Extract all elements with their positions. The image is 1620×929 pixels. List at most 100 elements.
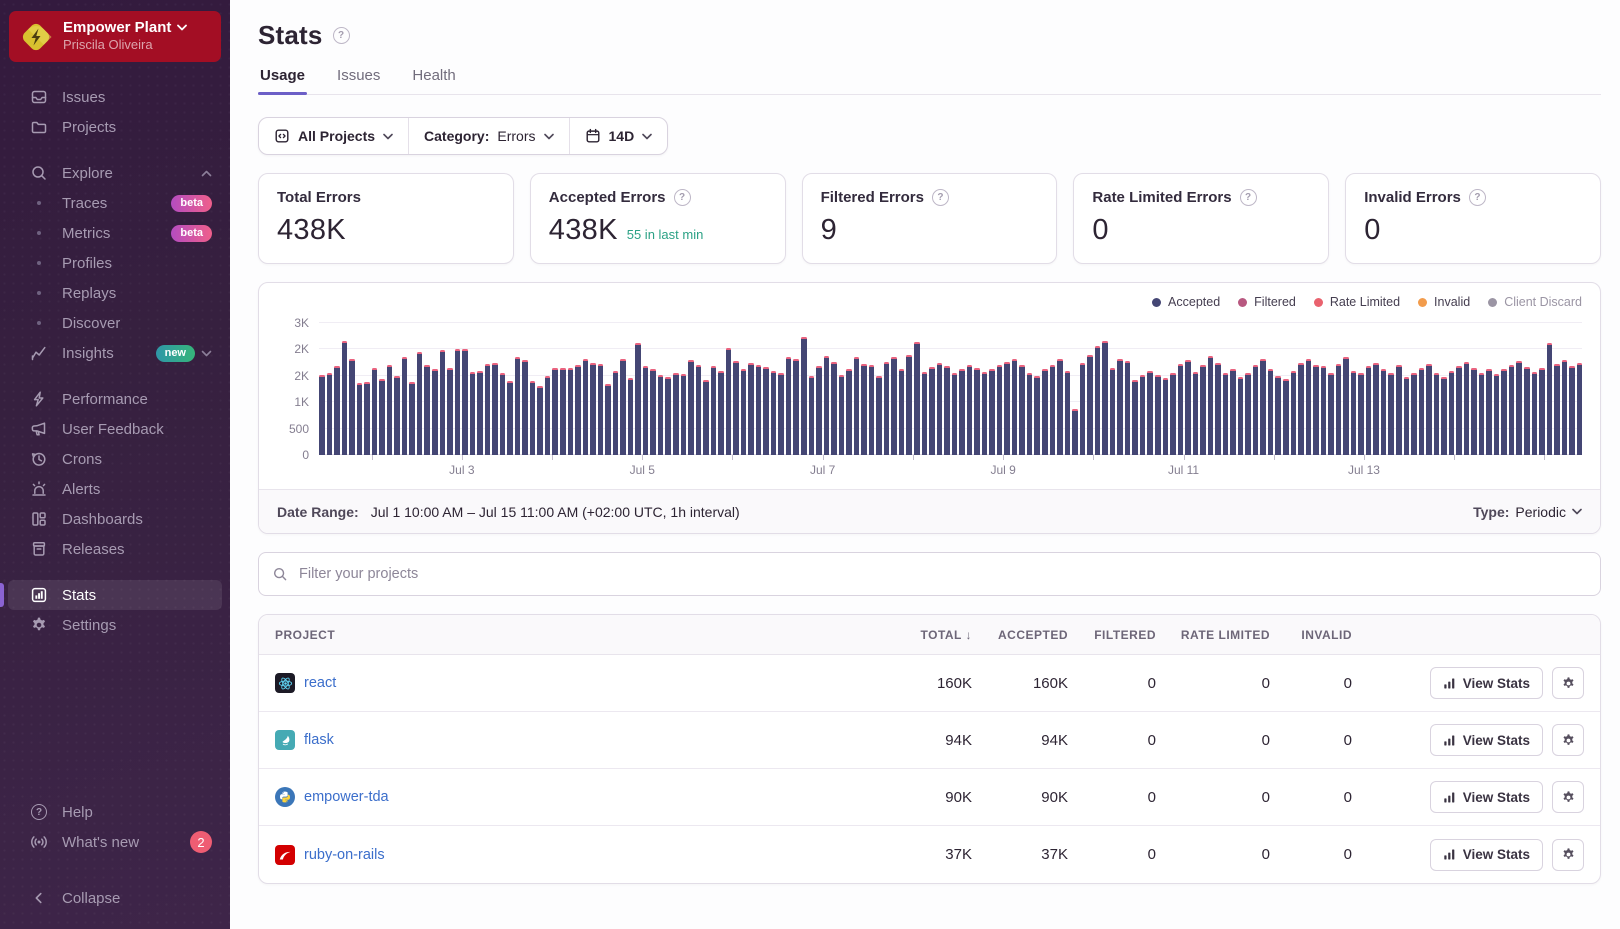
stat-card-title-text: Accepted Errors xyxy=(549,189,666,206)
type-dropdown[interactable]: Type: Periodic xyxy=(1473,504,1582,520)
chart-bar xyxy=(1532,372,1538,455)
sidebar-item-label: Settings xyxy=(62,617,116,634)
sidebar-item-help[interactable]: ?Help xyxy=(8,797,222,827)
sidebar-item-replays[interactable]: Replays xyxy=(8,278,222,308)
chart-bar xyxy=(1095,346,1101,455)
chart-bar xyxy=(1313,365,1319,455)
page-help-icon[interactable]: ? xyxy=(333,27,350,44)
stat-card-title-text: Filtered Errors xyxy=(821,189,924,206)
help-icon[interactable]: ? xyxy=(674,189,691,206)
chart-bar xyxy=(831,362,837,455)
chart-bar xyxy=(778,373,784,455)
help-icon[interactable]: ? xyxy=(932,189,949,206)
stat-card-title: Rate Limited Errors? xyxy=(1092,189,1310,206)
project-link[interactable]: react xyxy=(304,675,336,691)
date-range-dropdown[interactable]: 14D xyxy=(569,118,668,154)
stat-card-title: Total Errors xyxy=(277,189,495,206)
chart-bar xyxy=(839,375,845,455)
column-header-rate-limited[interactable]: RATE LIMITED xyxy=(1156,628,1270,642)
chart-bar xyxy=(470,372,476,455)
project-link[interactable]: flask xyxy=(304,732,334,748)
chart-bar xyxy=(801,337,807,455)
sidebar-item-crons[interactable]: Crons xyxy=(8,444,222,474)
cell-accepted: 94K xyxy=(972,732,1068,749)
x-tick xyxy=(1093,455,1094,460)
collapse-button[interactable]: Collapse xyxy=(8,883,222,913)
row-settings-button[interactable] xyxy=(1552,839,1584,871)
chart-bar xyxy=(1321,366,1327,455)
sidebar-item-discover[interactable]: Discover xyxy=(8,308,222,338)
chart-bar xyxy=(1411,373,1417,455)
sidebar-item-user-feedback[interactable]: User Feedback xyxy=(8,414,222,444)
row-settings-button[interactable] xyxy=(1552,724,1584,756)
tab-usage[interactable]: Usage xyxy=(258,67,307,94)
org-switcher[interactable]: Empower Plant Priscila Oliveira xyxy=(9,11,221,62)
type-value: Periodic xyxy=(1515,504,1566,520)
sidebar-item-dashboards[interactable]: Dashboards xyxy=(8,504,222,534)
sidebar-item-metrics[interactable]: Metricsbeta xyxy=(8,218,222,248)
legend-label: Invalid xyxy=(1434,295,1470,309)
stat-card-invalid-errors: Invalid Errors?0 xyxy=(1345,173,1601,264)
cell-total: 160K xyxy=(872,675,972,692)
sidebar-item-releases[interactable]: Releases xyxy=(8,534,222,564)
sidebar-item-issues[interactable]: Issues xyxy=(8,82,222,112)
column-header-invalid[interactable]: INVALID xyxy=(1270,628,1352,642)
view-stats-button[interactable]: View Stats xyxy=(1430,724,1543,756)
sidebar-item-stats[interactable]: Stats xyxy=(8,580,222,610)
x-tick xyxy=(642,455,643,460)
sidebar-section: Stats Settings xyxy=(0,580,230,640)
project-link[interactable]: ruby-on-rails xyxy=(304,847,385,863)
releases-icon xyxy=(30,540,48,558)
row-settings-button[interactable] xyxy=(1552,667,1584,699)
chart-bar xyxy=(1004,362,1010,455)
sidebar-item-what-s-new[interactable]: What's new2 xyxy=(8,827,222,857)
project-search-input[interactable] xyxy=(297,565,1587,583)
view-stats-button[interactable]: View Stats xyxy=(1430,667,1543,699)
legend-invalid[interactable]: Invalid xyxy=(1418,295,1470,309)
sidebar-item-settings[interactable]: Settings xyxy=(8,610,222,640)
help-icon[interactable]: ? xyxy=(1469,189,1486,206)
chart-bar xyxy=(402,357,408,455)
page-title: Stats xyxy=(258,20,323,51)
legend-client-discard[interactable]: Client Discard xyxy=(1488,295,1582,309)
table-row: react160K160K000View Stats xyxy=(259,655,1600,712)
view-stats-button[interactable]: View Stats xyxy=(1430,781,1543,813)
help-icon[interactable]: ? xyxy=(1240,189,1257,206)
column-header-accepted[interactable]: ACCEPTED xyxy=(972,628,1068,642)
legend-accepted[interactable]: Accepted xyxy=(1152,295,1220,309)
column-header-total[interactable]: TOTAL ↓ xyxy=(872,628,972,642)
legend-filtered[interactable]: Filtered xyxy=(1238,295,1296,309)
sidebar-item-explore[interactable]: Explore xyxy=(8,158,222,188)
chart-bar xyxy=(959,369,965,455)
chart-bar xyxy=(1554,364,1560,455)
chart-bar xyxy=(771,371,777,455)
chart-bar xyxy=(1471,368,1477,455)
row-settings-button[interactable] xyxy=(1552,781,1584,813)
tab-health[interactable]: Health xyxy=(410,67,457,94)
category-dropdown[interactable]: Category: Errors xyxy=(408,118,568,154)
sidebar-item-insights[interactable]: Insightsnew xyxy=(8,338,222,368)
stat-card-title: Accepted Errors? xyxy=(549,189,767,206)
sidebar-item-traces[interactable]: Tracesbeta xyxy=(8,188,222,218)
chart-bar xyxy=(1298,363,1304,455)
view-stats-button[interactable]: View Stats xyxy=(1430,839,1543,871)
legend-rate-limited[interactable]: Rate Limited xyxy=(1314,295,1400,309)
chart-bar xyxy=(1464,362,1470,455)
column-header-project[interactable]: PROJECT xyxy=(275,628,872,642)
sidebar-item-projects[interactable]: Projects xyxy=(8,112,222,142)
sidebar-item-profiles[interactable]: Profiles xyxy=(8,248,222,278)
chart-bar xyxy=(1132,380,1138,455)
row-actions: View Stats xyxy=(1352,667,1584,699)
chart-bar xyxy=(643,366,649,455)
column-header-filtered[interactable]: FILTERED xyxy=(1068,628,1156,642)
chart-bar xyxy=(846,369,852,455)
tab-issues[interactable]: Issues xyxy=(335,67,382,94)
project-link[interactable]: empower-tda xyxy=(304,789,389,805)
chart-bar xyxy=(1373,363,1379,455)
sidebar-item-alerts[interactable]: Alerts xyxy=(8,474,222,504)
project-filter-dropdown[interactable]: All Projects xyxy=(259,118,408,154)
chart-bar xyxy=(763,367,769,455)
chart-bar xyxy=(1396,365,1402,455)
chart-bar xyxy=(1080,363,1086,455)
sidebar-item-performance[interactable]: Performance xyxy=(8,384,222,414)
